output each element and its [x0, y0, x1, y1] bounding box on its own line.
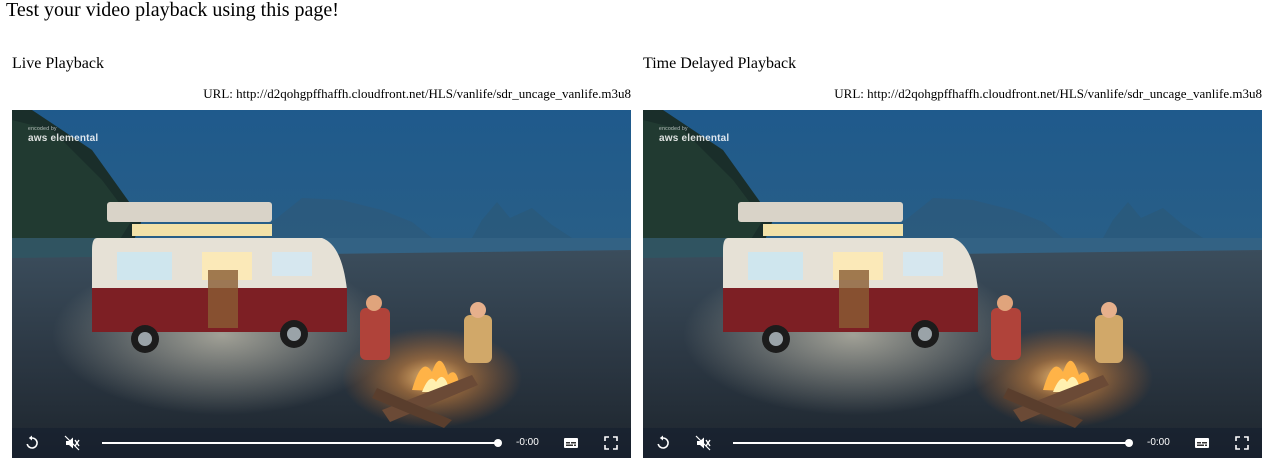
- video-player[interactable]: encoded by aws elemental -0:00: [12, 110, 631, 458]
- aws-elemental-watermark: encoded by aws elemental: [659, 126, 730, 144]
- time-remaining: -0:00: [1147, 437, 1170, 448]
- progress-bar[interactable]: [102, 439, 502, 447]
- live-playback-panel: Live Playback URL: http://d2qohgpffhaffh…: [12, 54, 632, 458]
- volume-muted-icon[interactable]: [64, 435, 80, 451]
- video-frame: [643, 110, 1262, 458]
- fullscreen-icon[interactable]: [603, 435, 619, 451]
- volume-muted-icon[interactable]: [695, 435, 711, 451]
- replay-icon[interactable]: [24, 435, 40, 451]
- video-player[interactable]: encoded by aws elemental -0:00: [643, 110, 1262, 458]
- stream-url: URL: http://d2qohgpffhaffh.cloudfront.ne…: [834, 86, 1262, 101]
- time-delayed-playback-panel: Time Delayed Playback URL: http://d2qohg…: [643, 54, 1263, 458]
- stream-url: URL: http://d2qohgpffhaffh.cloudfront.ne…: [203, 86, 631, 101]
- panel-title: Time Delayed Playback: [643, 55, 797, 72]
- aws-elemental-watermark: encoded by aws elemental: [28, 126, 99, 144]
- progress-bar[interactable]: [733, 439, 1133, 447]
- fullscreen-icon[interactable]: [1234, 435, 1250, 451]
- progress-handle[interactable]: [494, 439, 502, 447]
- time-remaining: -0:00: [516, 437, 539, 448]
- captions-icon[interactable]: [1194, 435, 1210, 451]
- replay-icon[interactable]: [655, 435, 671, 451]
- player-controls: -0:00: [643, 428, 1262, 458]
- panel-title: Live Playback: [12, 55, 104, 72]
- progress-handle[interactable]: [1125, 439, 1133, 447]
- page-heading: Test your video playback using this page…: [6, 0, 339, 21]
- captions-icon[interactable]: [563, 435, 579, 451]
- video-frame: [12, 110, 631, 458]
- player-controls: -0:00: [12, 428, 631, 458]
